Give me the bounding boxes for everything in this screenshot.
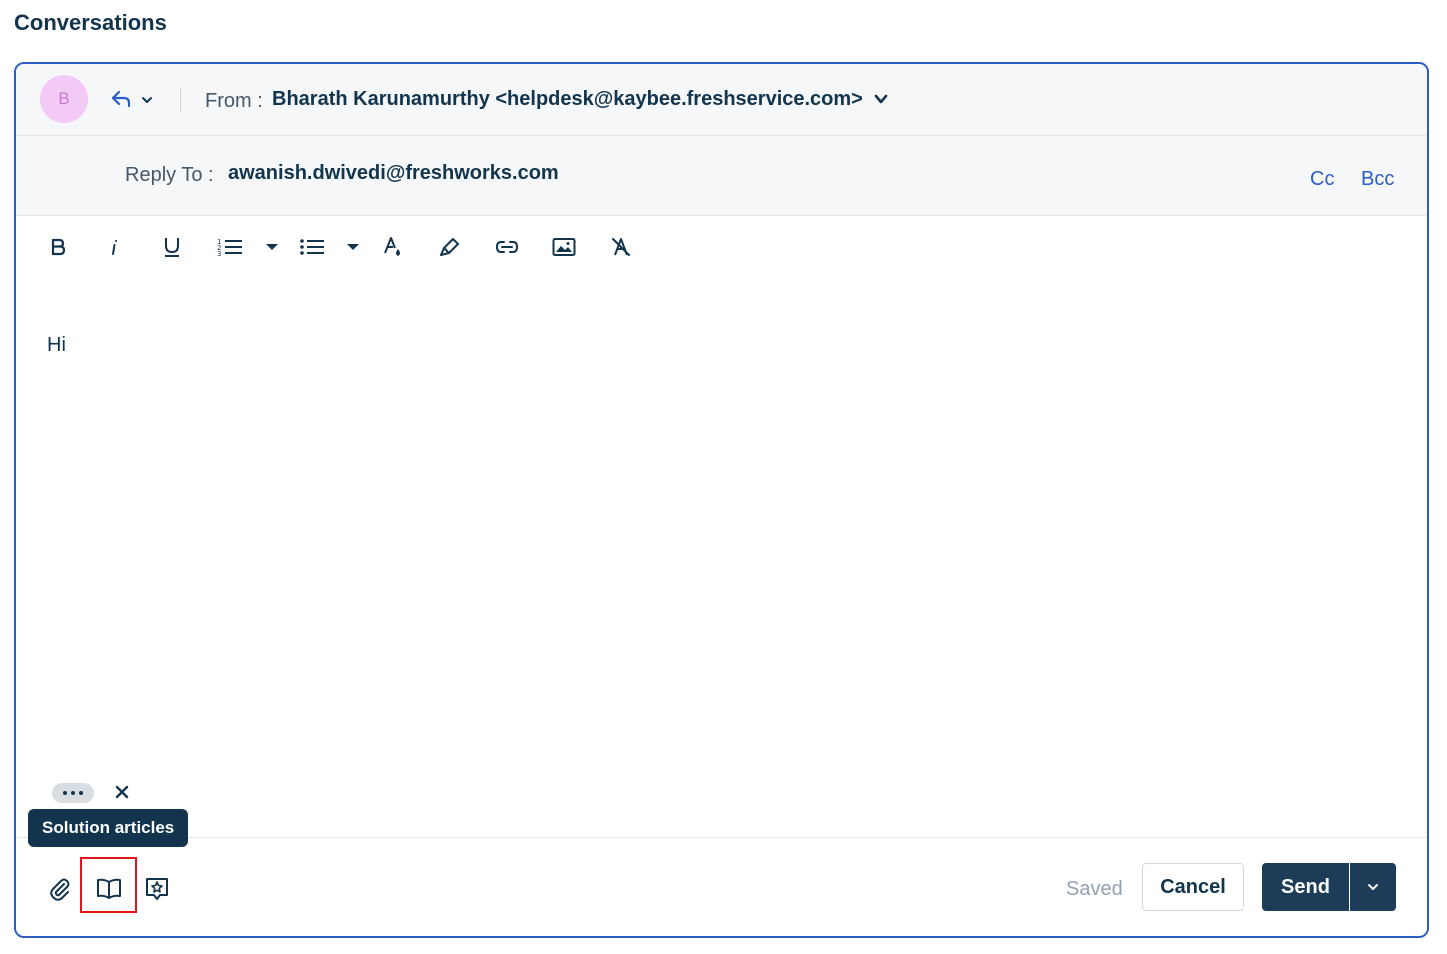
svg-text:3: 3	[217, 250, 221, 257]
clear-format-icon[interactable]	[606, 232, 636, 262]
from-row: B From : Bharath Karunamurthy <helpdesk@…	[16, 64, 1427, 136]
canned-response-icon[interactable]	[143, 875, 171, 903]
divider	[180, 88, 181, 112]
composer-footer: Saved Cancel Send	[16, 837, 1427, 936]
show-quoted-text-button[interactable]	[52, 783, 94, 803]
highlight-icon[interactable]	[435, 232, 465, 262]
reply-icon[interactable]	[110, 88, 132, 110]
section-title: Conversations	[14, 10, 167, 35]
unordered-list-chevron-down-icon[interactable]	[343, 232, 363, 262]
avatar: B	[40, 75, 88, 123]
from-label: From :	[205, 90, 263, 112]
draft-saved-status: Saved	[1066, 878, 1123, 900]
text-color-icon[interactable]	[378, 232, 408, 262]
formatting-toolbar: 123	[16, 216, 1427, 276]
send-options-chevron-down-icon[interactable]	[1350, 863, 1396, 911]
image-icon[interactable]	[549, 232, 579, 262]
reply-composer: B From : Bharath Karunamurthy <helpdesk@…	[14, 62, 1429, 938]
close-icon[interactable]	[114, 784, 130, 800]
link-icon[interactable]	[492, 232, 522, 262]
underline-icon[interactable]	[157, 232, 187, 262]
reply-to-label: Reply To :	[125, 164, 214, 186]
cc-link[interactable]: Cc	[1310, 168, 1334, 191]
reply-type-chevron-down-icon[interactable]	[140, 93, 154, 105]
reply-to-address[interactable]: awanish.dwivedi@freshworks.com	[228, 162, 559, 185]
solution-articles-icon[interactable]	[95, 875, 123, 903]
solution-articles-tooltip: Solution articles	[28, 809, 189, 847]
send-button[interactable]: Send	[1262, 863, 1349, 911]
ordered-list-icon[interactable]: 123	[215, 232, 245, 262]
bold-icon[interactable]	[43, 232, 73, 262]
cancel-button[interactable]: Cancel	[1142, 863, 1244, 911]
attachment-icon[interactable]	[46, 875, 74, 903]
message-body-text[interactable]: Hi	[47, 334, 66, 357]
ordered-list-chevron-down-icon[interactable]	[262, 232, 282, 262]
italic-icon[interactable]	[100, 232, 130, 262]
unordered-list-icon[interactable]	[297, 232, 327, 262]
bcc-link[interactable]: Bcc	[1361, 168, 1394, 191]
reply-to-row: Reply To : awanish.dwivedi@freshworks.co…	[16, 136, 1427, 216]
from-address[interactable]: Bharath Karunamurthy <helpdesk@kaybee.fr…	[272, 88, 863, 111]
from-chevron-down-icon[interactable]	[873, 92, 889, 106]
